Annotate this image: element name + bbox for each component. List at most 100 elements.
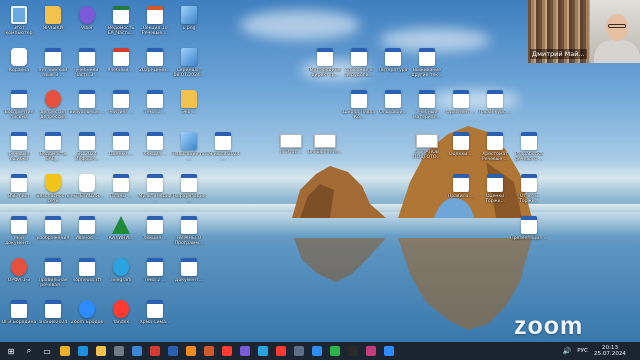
desktop-icon[interactable]: IV Этап... <box>273 130 309 176</box>
whatsapp-icon[interactable] <box>328 344 342 358</box>
zoom-webcam-thumbnail[interactable]: Дмитрий Май... <box>528 0 640 63</box>
desktop-icon[interactable]: Фрагмент ... <box>443 88 479 134</box>
desktop-icon[interactable]: Иванов ... <box>69 214 105 260</box>
app-icon-2[interactable] <box>238 344 252 358</box>
desktop-icon[interactable]: Литература <box>375 46 411 92</box>
desktop-icon[interactable]: Оценки Торжк... <box>477 172 513 218</box>
desktop-icon-label: Отчеты Торжк... <box>519 194 539 205</box>
explorer-icon[interactable] <box>94 344 108 358</box>
desktop-icon[interactable]: Отчеты Торжк... <box>511 172 547 218</box>
desktop-icon[interactable]: Ольховой... <box>375 88 411 134</box>
desktop-icon[interactable]: Мутафудине директ ф... <box>307 46 343 92</box>
desktop-icon[interactable]: 1.png <box>171 4 207 50</box>
desktop-icon[interactable]: sopheuss.rtf <box>69 256 105 302</box>
desktop-icon-label: Безопасность сети <box>36 194 70 205</box>
search-icon[interactable]: ⌕ <box>22 344 36 358</box>
desktop-icon[interactable]: Тема 2 ... <box>137 88 173 134</box>
desktop-icon[interactable]: Школа Павла Ко... <box>341 88 377 134</box>
doc-icon <box>113 174 129 192</box>
desktop-icon[interactable]: знание2024 <box>35 298 71 342</box>
desktop-icon[interactable]: Восприятие письма <box>1 88 37 134</box>
app-icon-5[interactable] <box>346 344 360 358</box>
zoom-icon[interactable] <box>382 344 396 358</box>
desktop-icon[interactable]: Рейтинг ... <box>103 88 139 134</box>
desktop-icon[interactable]: Правильная речевая ... <box>35 256 71 302</box>
task-view-icon[interactable]: ▭ <box>40 344 54 358</box>
app-icon-3[interactable] <box>292 344 306 358</box>
desktop-icon[interactable]: ОГЭ Бородина <box>1 298 37 342</box>
desktop-icon[interactable]: 19 июля 2024 ... <box>205 130 241 176</box>
desktop-icon[interactable]: описание о дерудоли... <box>341 46 377 92</box>
desktop-icon[interactable]: ЯРЛЫКИ <box>35 4 71 50</box>
desktop-icon[interactable]: Эко ... <box>171 88 207 134</box>
desktop-icon[interactable]: Навигация по ... <box>171 130 207 176</box>
desktop-icon[interactable]: Правила ... <box>443 172 479 218</box>
chrome-icon[interactable] <box>58 344 72 358</box>
zoom-watermark-text: zoom <box>514 311 584 340</box>
calculator-icon[interactable] <box>112 344 126 358</box>
desktop-icon[interactable]: Zoom Бродов <box>69 298 105 342</box>
doc-icon <box>79 216 95 234</box>
clock[interactable]: 20:13 25.07.2024 <box>594 345 626 358</box>
desktop-icon[interactable]: Ведомость ЕАЕ_.. <box>35 130 71 176</box>
calculator-icon-glyph <box>114 346 124 356</box>
desktop-icon[interactable]: Скриншот 08.07.2024... <box>171 46 207 92</box>
desktop-icon[interactable]: Тема 2 ... <box>137 256 173 302</box>
desktop-icon[interactable]: депрессия депрессия <box>35 88 71 134</box>
desktop-icon[interactable]: Этот компьютер <box>1 4 37 50</box>
desktop-icon[interactable]: Оценки ... <box>103 130 139 176</box>
desktop-icon[interactable]: учебники Часть 3 ... <box>69 46 105 92</box>
word-icon[interactable] <box>166 344 180 358</box>
store-icon[interactable] <box>130 344 144 358</box>
desktop-icon[interactable]: Учебный ... <box>103 46 139 92</box>
desktop-icon[interactable]: Telegram <box>103 256 139 302</box>
desktop-icon[interactable]: Хрестомат Речевые ... <box>477 130 513 176</box>
desktop-icon[interactable]: Планы ... <box>103 172 139 218</box>
desktop-icon[interactable]: ВС 2024 Информ... <box>69 130 105 176</box>
desktop-icon[interactable]: Хрма Сима... <box>137 298 173 342</box>
telegram-icon[interactable] <box>256 344 270 358</box>
yandex-icon[interactable] <box>220 344 234 358</box>
start-button[interactable]: ⊞ <box>4 344 18 358</box>
app-icon[interactable] <box>148 344 162 358</box>
desktop-icon[interactable]: Документ... <box>171 256 207 302</box>
desktop-icon[interactable]: ОРФА 1-3 <box>1 256 37 302</box>
desktop-icon[interactable]: ВМ Бюллете... <box>307 130 343 176</box>
yandex-browser-icon[interactable] <box>274 344 288 358</box>
desktop-icon[interactable]: изображения <box>35 214 71 260</box>
desktop-icon[interactable]: РЕПЕТИЦИЯ... <box>69 172 105 218</box>
desktop-icon[interactable]: Безопасность сети <box>35 172 71 218</box>
desktop-icon[interactable]: Разработка речевого ... <box>511 130 547 176</box>
language-indicator[interactable]: РУС <box>577 348 588 354</box>
desktop-icon[interactable]: Мой документ... <box>1 214 37 260</box>
desktop-icon[interactable]: Лекция ... <box>137 130 173 176</box>
vlc-icon[interactable] <box>184 344 198 358</box>
desktop-icon[interactable]: Лекция 10 Речевые ... <box>137 4 173 50</box>
desktop-icon[interactable]: Выживание другие тек... <box>409 46 445 92</box>
desktop-icon[interactable]: Учебный материал... <box>409 88 445 134</box>
app-icon-6[interactable] <box>364 344 378 358</box>
desktop-icon[interactable]: Viber <box>69 4 105 50</box>
desktop-icon[interactable]: BSE-лист <box>1 172 37 218</box>
desktop-icon[interactable]: Лекция ... <box>137 214 173 260</box>
desktop-icon[interactable]: Пасхи курс ... <box>477 88 513 134</box>
desktop-icon[interactable]: Корзина <box>1 46 37 92</box>
desktop-icon-label: учебники Часть 3 ... <box>74 68 100 79</box>
desktop-icon[interactable]: Yandex <box>103 298 139 342</box>
desktop-icon[interactable]: Мультимедиа ... <box>137 172 173 218</box>
desktop-icon[interactable]: КАЛИНИ... <box>103 214 139 260</box>
desktop-icon[interactable]: НИЖНЕГО Программ... <box>171 214 207 260</box>
volume-icon[interactable]: 🔊 <box>563 347 572 355</box>
edge-icon[interactable] <box>76 344 90 358</box>
desktop-icon[interactable]: Визуальные ... <box>69 88 105 134</box>
desktop-icon[interactable]: 5 ЭТАПОВ ПОДГОТО... <box>409 130 445 176</box>
desktop-icon[interactable]: Презентация ... <box>510 214 548 260</box>
desktop-icon[interactable]: Оценки ... <box>443 130 479 176</box>
desktop-icon[interactable]: 202pl-Дним... <box>137 46 173 92</box>
desktop-icon[interactable]: Ведомость ЕА_Часть... <box>103 4 139 50</box>
app-icon-4[interactable] <box>310 344 324 358</box>
powerpoint-icon[interactable] <box>202 344 216 358</box>
desktop-icon[interactable]: английский язык 3 ... <box>35 46 71 92</box>
desktop-icon[interactable]: речевые ошибки <box>1 130 37 176</box>
desktop-icon[interactable]: Нафаризация ... <box>171 172 207 218</box>
